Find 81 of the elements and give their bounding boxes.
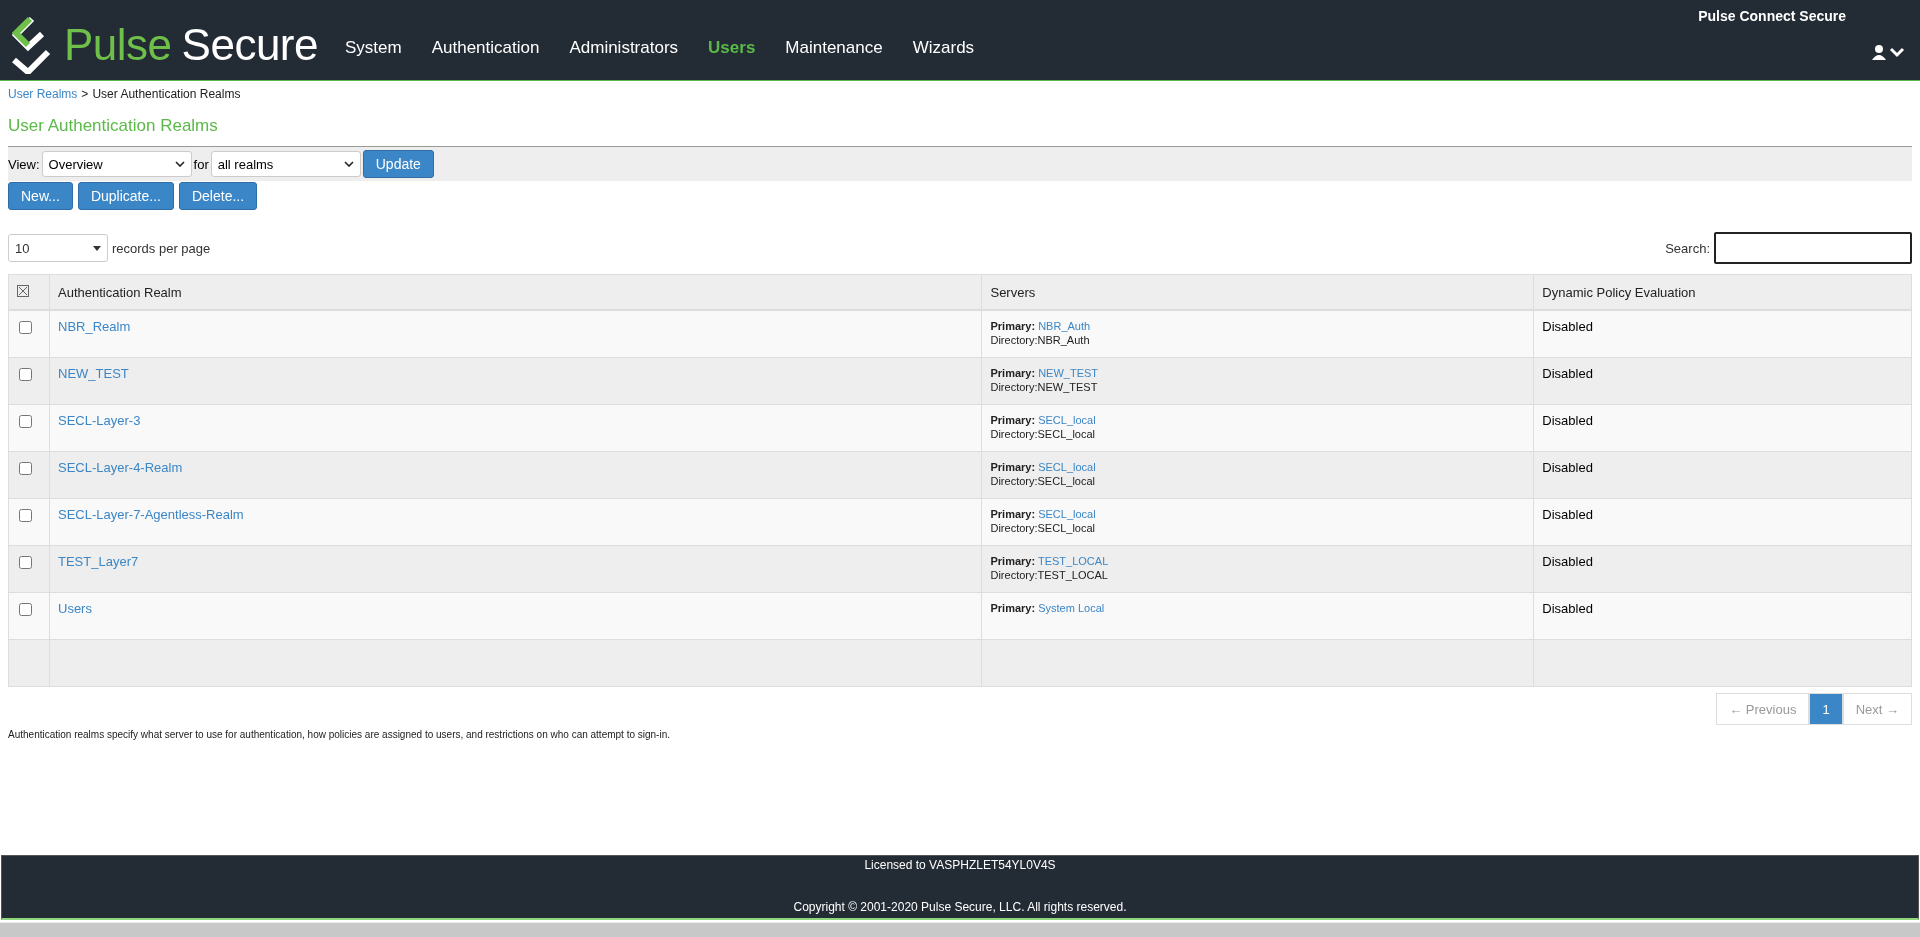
directory-text: Directory:SECL_local	[990, 521, 1096, 535]
realm-link[interactable]: NEW_TEST	[58, 366, 129, 381]
directory-text: Directory:TEST_LOCAL	[990, 568, 1109, 582]
server-link[interactable]: System Local	[1038, 602, 1105, 614]
action-button[interactable]: Duplicate...	[77, 182, 174, 210]
brand-name: Secure	[181, 20, 318, 70]
page-size-select[interactable]: 10	[8, 234, 108, 262]
primary-label: Primary:	[990, 555, 1036, 567]
page-size-label: records per page	[112, 240, 211, 256]
nav-tab[interactable]: Authentication	[416, 38, 555, 58]
column-header: Servers	[981, 274, 1534, 310]
row-checkbox[interactable]	[19, 321, 32, 334]
directory-text: Directory:NBR_Auth	[990, 333, 1091, 347]
previous-page-button[interactable]: ← Previous	[1716, 693, 1810, 725]
realm-select[interactable]: all realms	[210, 151, 361, 177]
primary-label: Primary:	[990, 414, 1036, 426]
nav-tab[interactable]: Administrators	[554, 38, 694, 58]
row-checkbox[interactable]	[19, 509, 32, 522]
table-cell: Disabled	[1533, 592, 1912, 640]
breadcrumb-separator: >	[81, 87, 89, 101]
table-cell: Disabled	[1533, 451, 1912, 499]
table-cell: Disabled	[1533, 545, 1912, 593]
primary-label: Primary:	[990, 320, 1036, 332]
search-field[interactable]	[1714, 232, 1912, 264]
row-checkbox[interactable]	[19, 368, 32, 381]
breadcrumb-current: User Authentication Realms	[92, 87, 241, 101]
view-label: View:	[8, 156, 40, 172]
primary-label: Primary:	[990, 602, 1036, 614]
license-text: Licensed to VASPHZLET54YL0V4S	[864, 858, 1056, 872]
nav-tab[interactable]: Users	[693, 38, 771, 58]
column-header: Authentication Realm	[49, 274, 982, 310]
nav-tab[interactable]: System	[330, 38, 417, 58]
action-button[interactable]: New...	[8, 182, 73, 210]
server-link[interactable]: NBR_Auth	[1038, 320, 1091, 332]
nav-tab[interactable]: Wizards	[897, 38, 990, 58]
update-button[interactable]: Update	[362, 150, 434, 178]
directory-text: Directory:SECL_local	[990, 427, 1096, 441]
copyright-text: Copyright © 2001-2020 Pulse Secure, LLC. All rights reserved.	[793, 900, 1127, 914]
breadcrumb-link[interactable]: User Realms	[8, 87, 78, 101]
realm-link[interactable]: NBR_Realm	[58, 319, 131, 334]
server-link[interactable]: SECL_local	[1038, 461, 1096, 473]
row-checkbox[interactable]	[19, 603, 32, 616]
realm-link[interactable]: SECL-Layer-3	[58, 413, 141, 428]
primary-label: Primary:	[990, 461, 1036, 473]
search-label: Search:	[1665, 240, 1710, 256]
next-page-button[interactable]: Next →	[1842, 693, 1912, 725]
user-menu-button[interactable]	[1872, 44, 1906, 60]
nav-tab[interactable]: Maintenance	[770, 38, 898, 58]
horizontal-scrollbar[interactable]	[0, 922, 1920, 937]
primary-label: Primary:	[990, 508, 1036, 520]
table-cell: Disabled	[1533, 404, 1912, 452]
chevron-down-icon	[343, 161, 354, 167]
realm-link[interactable]: TEST_Layer7	[58, 554, 139, 569]
directory-text: Directory:NEW_TEST	[990, 380, 1099, 394]
table-cell: Disabled	[1533, 357, 1912, 405]
server-link[interactable]: NEW_TEST	[1038, 367, 1099, 379]
row-checkbox[interactable]	[19, 556, 32, 569]
product-name: Pulse Connect Secure	[1698, 8, 1846, 24]
realm-link[interactable]: SECL-Layer-4-Realm	[58, 460, 183, 475]
primary-label: Primary:	[990, 367, 1036, 379]
description-text: Authentication realms specify what server to use for authentication, how policies are assigned to users, and restrictions on who can attempt to sign-in.	[8, 729, 671, 740]
view-select[interactable]: Overview	[41, 151, 192, 177]
row-checkbox[interactable]	[19, 415, 32, 428]
realm-link[interactable]: Users	[58, 601, 92, 616]
caret-icon	[93, 245, 101, 251]
server-link[interactable]: SECL_local	[1038, 508, 1096, 520]
directory-text: Directory:SECL_local	[990, 474, 1096, 488]
action-button[interactable]: Delete...	[178, 182, 258, 210]
page-title: User Authentication Realms	[8, 116, 219, 136]
table-cell: Disabled	[1533, 498, 1912, 546]
chevron-down-icon	[174, 161, 185, 167]
brand-name: Pulse	[64, 20, 172, 70]
row-checkbox[interactable]	[19, 462, 32, 475]
realm-link[interactable]: SECL-Layer-7-Agentless-Realm	[58, 507, 244, 522]
table-cell: Disabled	[1533, 310, 1912, 358]
select-all-icon[interactable]	[17, 284, 29, 297]
server-link[interactable]: TEST_LOCAL	[1037, 555, 1109, 567]
for-label: for	[193, 156, 209, 172]
server-link[interactable]: SECL_local	[1038, 414, 1096, 426]
page-button[interactable]: 1	[1809, 693, 1843, 725]
column-header: Dynamic Policy Evaluation	[1533, 274, 1912, 310]
